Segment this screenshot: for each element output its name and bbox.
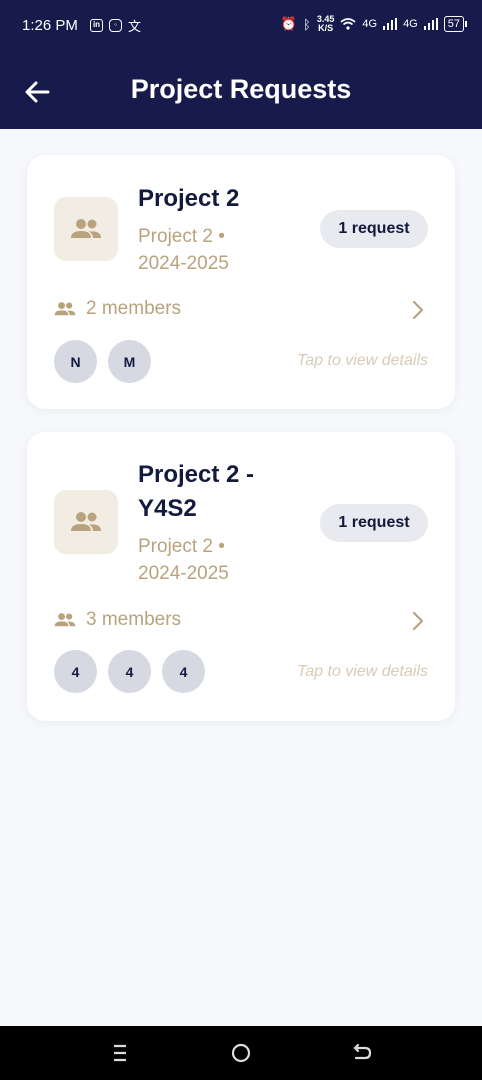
group-icon	[71, 219, 101, 238]
system-nav-bar	[0, 1026, 482, 1080]
bluetooth-icon: ᛒ	[303, 16, 311, 32]
status-right-icons: ⏰ ᛒ 3.45 K/S 4G 4G 57	[280, 14, 468, 33]
tap-hint: Tap to view details	[296, 663, 428, 680]
network-type-1: 4G	[362, 18, 378, 30]
project-subtitle: Project 2 • 2024-2025	[138, 226, 229, 274]
network-type-2: 4G	[403, 18, 418, 30]
group-icon	[71, 512, 101, 531]
instagram-icon: ◦	[109, 19, 122, 32]
notification-icons: in ◦ 文	[90, 16, 141, 35]
menu-icon[interactable]	[108, 1041, 132, 1065]
battery-icon: 57	[443, 16, 468, 32]
member-avatars: 4 4 4	[54, 650, 205, 693]
app-bar: Project Requests	[0, 54, 482, 129]
members-row: 2 members	[54, 298, 181, 320]
page-title: Project Requests	[130, 74, 352, 104]
signal-icon	[383, 18, 398, 30]
members-row: 3 members	[54, 609, 181, 631]
avatar: 4	[162, 650, 205, 693]
request-count-badge: 1 request	[320, 504, 428, 542]
request-count-badge: 1 request	[320, 210, 428, 248]
project-subtitle: Project 2 • 2024-2025	[138, 536, 229, 584]
project-card[interactable]: Project 2 Project 2 • 2024-2025 1 reques…	[27, 155, 455, 409]
project-avatar	[54, 197, 118, 261]
project-name: Project 2	[138, 185, 240, 212]
member-avatars: N M	[54, 340, 151, 383]
status-bar: 1:26 PM in ◦ 文 ⏰ ᛒ 3.45 K/S 4G 4G 57	[0, 0, 482, 54]
members-count: 3 members	[86, 609, 182, 630]
project-avatar	[54, 490, 118, 554]
network-speed: 3.45 K/S	[316, 14, 335, 33]
linkedin-icon: in	[90, 19, 103, 32]
wifi-icon	[340, 18, 356, 30]
status-time: 1:26 PM	[22, 17, 78, 34]
home-icon[interactable]	[229, 1041, 253, 1065]
tap-hint: Tap to view details	[296, 352, 428, 369]
members-icon	[54, 302, 76, 316]
alarm-icon: ⏰	[280, 16, 298, 31]
avatar: 4	[54, 650, 97, 693]
avatar: 4	[108, 650, 151, 693]
avatar: N	[54, 340, 97, 383]
chevron-right-icon[interactable]	[411, 611, 425, 631]
app-notification-icon: 文	[128, 19, 142, 34]
avatar: M	[108, 340, 151, 383]
signal-icon	[423, 18, 438, 30]
chevron-right-icon[interactable]	[411, 300, 425, 320]
members-icon	[54, 613, 76, 627]
members-count: 2 members	[86, 298, 182, 319]
project-name: Project 2 - Y4S2	[138, 461, 255, 522]
back-nav-icon[interactable]	[350, 1041, 374, 1065]
project-card[interactable]: Project 2 - Y4S2 Project 2 • 2024-2025 1…	[27, 432, 455, 721]
